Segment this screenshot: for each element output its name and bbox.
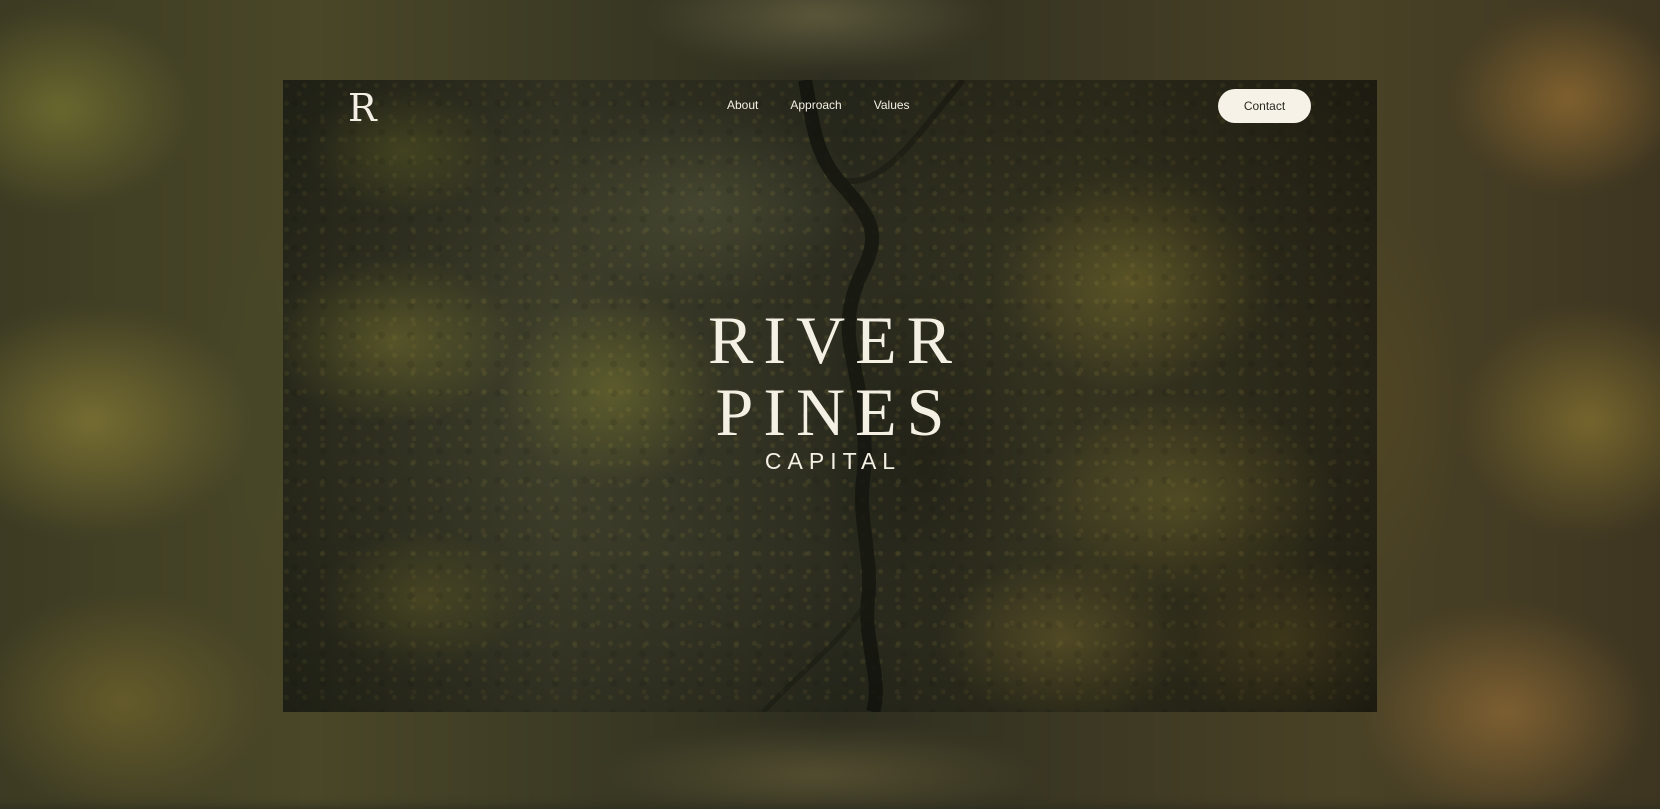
hero-card: R About Approach Values Contact RIVER PI…: [283, 80, 1377, 712]
nav-link-approach[interactable]: Approach: [790, 97, 841, 113]
contact-button[interactable]: Contact: [1218, 89, 1311, 123]
logo-letter: R: [348, 86, 377, 130]
nav-link-values[interactable]: Values: [874, 97, 910, 113]
brand-wordmark: RIVER PINES CAPITAL: [283, 304, 1377, 474]
wordmark-line-river: RIVER: [708, 302, 962, 378]
nav-link-about[interactable]: About: [727, 97, 758, 113]
logo-monogram[interactable]: R: [348, 86, 377, 130]
main-nav: About Approach Values: [727, 97, 910, 113]
wordmark-line-capital: CAPITAL: [764, 448, 902, 474]
wordmark-line-pines: PINES: [715, 374, 955, 450]
